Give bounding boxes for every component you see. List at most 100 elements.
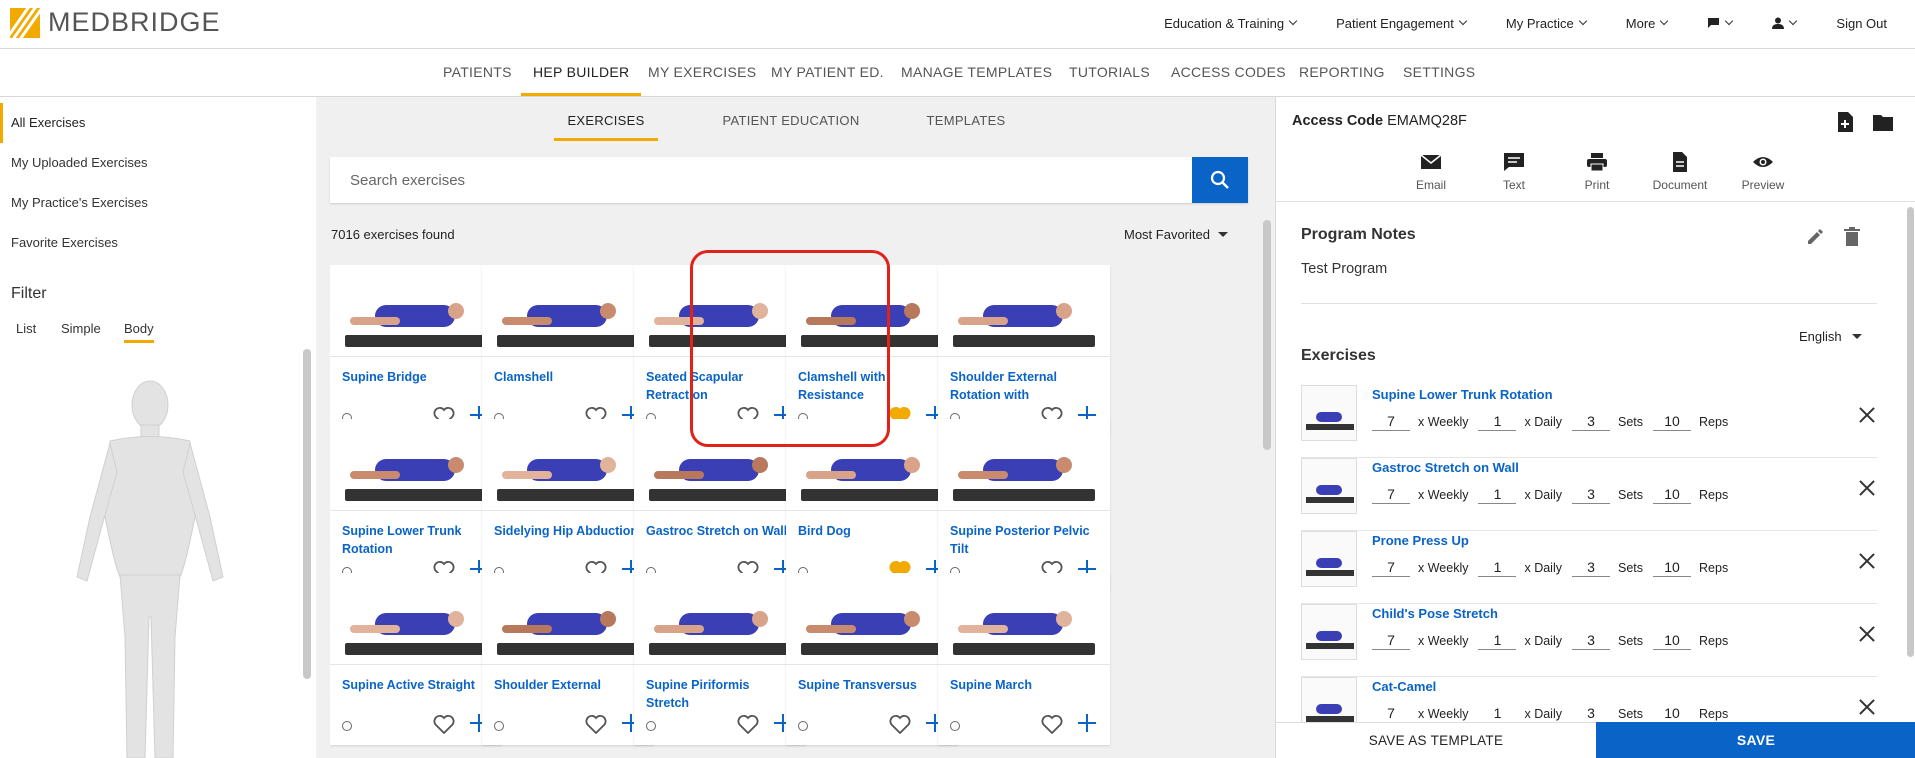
daily-input[interactable]: 1 [1478,559,1517,577]
sidebar-item-uploaded[interactable]: My Uploaded Exercises [0,143,316,183]
weekly-input[interactable]: 7 [1372,559,1410,577]
tab-settings[interactable]: SETTINGS [1403,49,1475,96]
exercise-card[interactable]: Shoulder External [482,573,654,745]
reps-input[interactable]: 10 [1653,413,1692,431]
remove-exercise-icon[interactable] [1859,480,1875,496]
exercise-thumbnail[interactable] [634,573,806,665]
share-preview-button[interactable]: Preview [1728,152,1798,192]
exercise-thumbnail[interactable] [938,573,1110,665]
tab-patient-education[interactable]: PATIENT EDUCATION [716,97,866,141]
tab-my-patient-ed[interactable]: MY PATIENT ED. [771,49,884,96]
exercise-card[interactable]: Clamshell [482,265,654,437]
tab-tutorials[interactable]: TUTORIALS [1069,49,1150,96]
language-select[interactable]: English [1799,329,1862,344]
account-menu[interactable] [1772,16,1798,29]
sidebar-item-all-exercises[interactable]: All Exercises [0,103,316,143]
sets-input[interactable]: 3 [1572,559,1610,577]
favorite-heart-icon[interactable] [433,714,455,734]
exercise-title[interactable]: Supine Piriformis Stretch [646,676,796,712]
program-exercise-name[interactable]: Supine Lower Trunk Rotation [1372,387,1553,402]
exercise-thumbnail[interactable] [786,573,958,665]
share-print-button[interactable]: Print [1562,152,1632,192]
exercise-thumbnail[interactable] [482,419,654,511]
exercise-card[interactable]: Shoulder External Rotation with Anchored… [938,265,1110,437]
panel-scrollbar[interactable] [1907,207,1914,657]
sidebar-item-practice[interactable]: My Practice's Exercises [0,183,316,223]
save-as-template-button[interactable]: SAVE AS TEMPLATE [1276,722,1596,758]
exercise-title[interactable]: Supine Posterior Pelvic Tilt [950,522,1100,558]
tab-my-exercises[interactable]: MY EXERCISES [648,49,756,96]
exercise-title[interactable]: Supine Transversus [798,676,948,694]
daily-input[interactable]: 1 [1478,486,1517,504]
exercise-thumbnail[interactable] [330,265,502,357]
tab-reporting[interactable]: REPORTING [1299,49,1385,96]
daily-input[interactable]: 1 [1478,632,1517,650]
remove-exercise-icon[interactable] [1859,626,1875,642]
nav-patient-engagement[interactable]: Patient Engagement [1336,16,1468,31]
remove-exercise-icon[interactable] [1859,407,1875,423]
tab-templates[interactable]: TEMPLATES [914,97,1018,141]
favorite-heart-icon[interactable] [737,714,759,734]
remove-exercise-icon[interactable] [1859,553,1875,569]
exercise-title[interactable]: Gastroc Stretch on Wall [646,522,796,540]
tab-exercises[interactable]: EXERCISES [554,97,658,141]
filter-tab-simple[interactable]: Simple [61,321,101,340]
sidebar-item-favorites[interactable]: Favorite Exercises [0,223,316,263]
nav-my-practice[interactable]: My Practice [1506,16,1588,31]
exercise-title[interactable]: Bird Dog [798,522,948,540]
save-button[interactable]: SAVE [1596,722,1915,758]
trash-icon[interactable] [1843,227,1861,247]
nav-more[interactable]: More [1626,16,1669,31]
weekly-input[interactable]: 7 [1372,705,1410,723]
sets-input[interactable]: 3 [1572,486,1610,504]
exercise-thumbnail[interactable] [330,573,502,665]
reps-input[interactable]: 10 [1653,486,1692,504]
exercise-thumbnail[interactable] [330,419,502,511]
sidebar-scrollbar[interactable] [303,349,311,679]
exercise-card[interactable]: Supine March [938,573,1110,745]
exercise-card[interactable]: Supine Lower Trunk Rotation [330,419,502,591]
exercise-thumbnail[interactable] [482,573,654,665]
medbridge-logo[interactable]: MEDBRIDGE [10,7,221,38]
exercise-card[interactable]: Supine Active Straight [330,573,502,745]
weekly-input[interactable]: 7 [1372,486,1410,504]
program-exercise-name[interactable]: Child's Pose Stretch [1372,606,1498,621]
remove-exercise-icon[interactable] [1859,699,1875,715]
exercise-card[interactable]: Supine Piriformis Stretch [634,573,806,745]
program-exercise-name[interactable]: Cat-Camel [1372,679,1436,694]
share-document-button[interactable]: Document [1645,152,1715,192]
exercise-card[interactable]: Supine Transversus [786,573,958,745]
exercise-title[interactable]: Shoulder External Rotation with Anchored… [950,368,1100,404]
results-scrollbar[interactable] [1263,220,1271,450]
exercise-thumbnail[interactable] [938,265,1110,357]
program-exercise-name[interactable]: Gastroc Stretch on Wall [1372,460,1519,475]
exercise-title[interactable]: Supine Lower Trunk Rotation [342,522,492,558]
tab-hep-builder[interactable]: HEP BUILDER [521,49,642,96]
daily-input[interactable]: 1 [1478,705,1517,723]
exercise-title[interactable]: Supine Active Straight [342,676,492,694]
exercise-card[interactable]: Supine Posterior Pelvic Tilt [938,419,1110,591]
nav-education-training[interactable]: Education & Training [1164,16,1298,31]
exercise-title[interactable]: Shoulder External [494,676,644,694]
sign-out-link[interactable]: Sign Out [1836,16,1887,31]
favorite-heart-icon[interactable] [1041,714,1063,734]
tab-patients[interactable]: PATIENTS [443,49,512,96]
daily-input[interactable]: 1 [1478,413,1517,431]
program-exercise-name[interactable]: Prone Press Up [1372,533,1469,548]
sort-dropdown[interactable]: Most Favorited [1124,227,1228,242]
reps-input[interactable]: 10 [1653,705,1692,723]
exercise-title[interactable]: Sidelying Hip Abduction [494,522,644,540]
exercise-title[interactable]: Supine March [950,676,1100,694]
tab-access-codes[interactable]: ACCESS CODES [1171,49,1286,96]
favorite-heart-icon[interactable] [585,714,607,734]
exercise-title[interactable]: Clamshell [494,368,644,386]
search-button[interactable] [1192,157,1248,203]
exercise-thumbnail[interactable] [482,265,654,357]
search-input[interactable] [330,157,1210,203]
sets-input[interactable]: 3 [1572,705,1610,723]
share-text-button[interactable]: Text [1479,152,1549,192]
sets-input[interactable]: 3 [1572,632,1610,650]
exercise-title[interactable]: Supine Bridge [342,368,492,386]
sets-input[interactable]: 3 [1572,413,1610,431]
messages-menu[interactable] [1707,16,1734,29]
